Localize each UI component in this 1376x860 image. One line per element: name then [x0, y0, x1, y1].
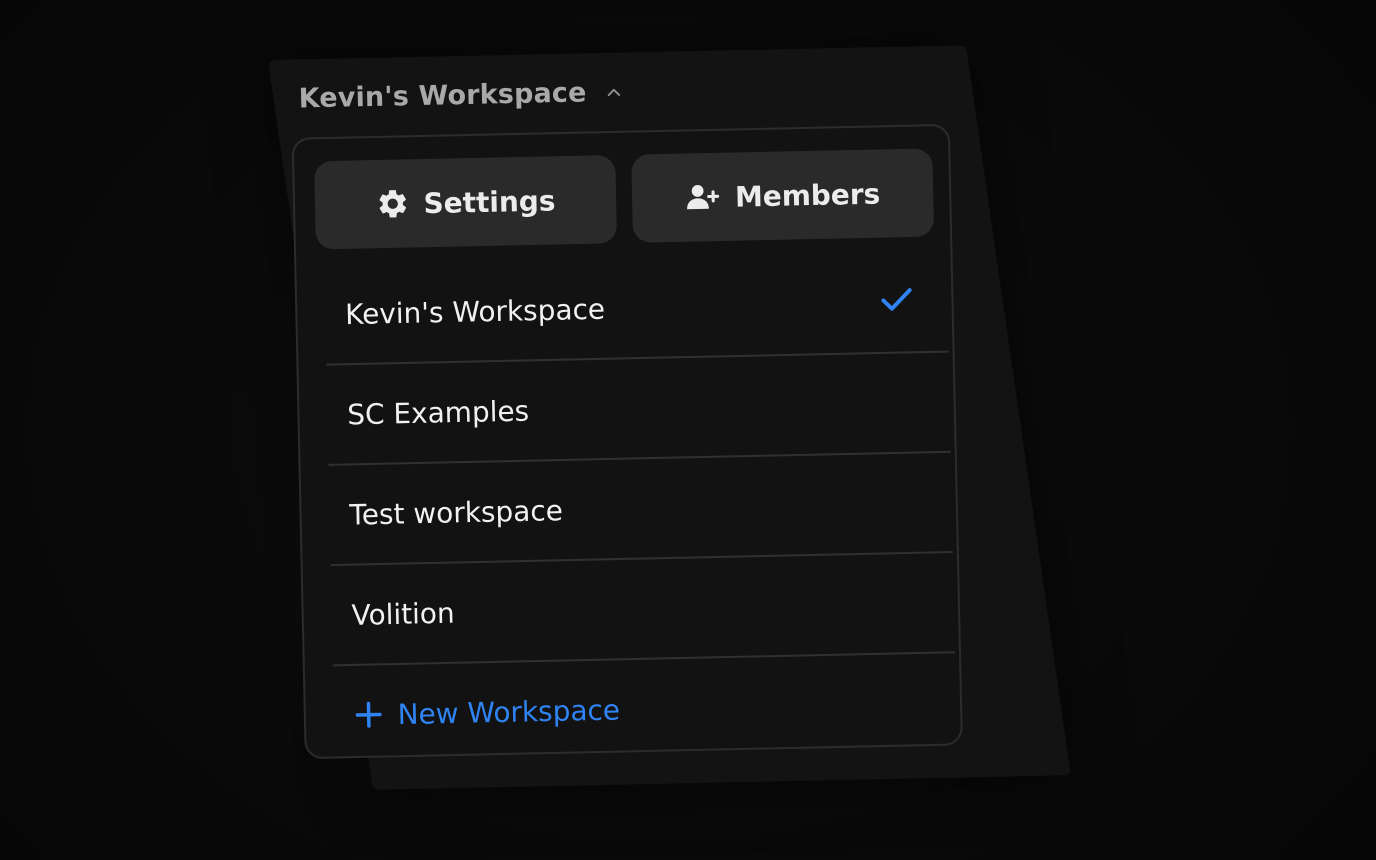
workspace-item-kevins-workspace[interactable]: Kevin's Workspace [324, 252, 949, 366]
workspace-item-label: Test workspace [349, 493, 564, 532]
new-workspace-button[interactable]: New Workspace [333, 653, 957, 764]
add-user-icon [687, 185, 720, 210]
workspace-item-sc-examples[interactable]: SC Examples [326, 352, 951, 466]
gear-icon [379, 190, 406, 218]
workspace-item-label: SC Examples [346, 393, 530, 431]
workspace-item-label: Kevin's Workspace [344, 292, 606, 331]
workspace-switcher-header[interactable]: Kevin's Workspace [298, 77, 622, 115]
workspace-menu: Settings Members Kevin's Workspace SC Ex… [291, 123, 963, 760]
workspace-item-label: Volition [351, 596, 455, 632]
chevron-up-icon [607, 88, 620, 96]
workspace-switcher-title: Kevin's Workspace [298, 77, 587, 115]
settings-button[interactable]: Settings [314, 154, 618, 250]
panel-wrap: Kevin's Workspace Settings Members Kevin… [0, 0, 1376, 860]
members-button-label: Members [734, 177, 881, 214]
settings-button-label: Settings [423, 183, 556, 220]
workspace-list: Kevin's Workspace SC Examples Test works… [324, 252, 957, 764]
new-workspace-label: New Workspace [397, 692, 621, 731]
members-button[interactable]: Members [631, 148, 935, 243]
workspace-panel: Kevin's Workspace Settings Members Kevin… [268, 45, 1071, 791]
checkmark-icon [881, 288, 912, 311]
action-row: Settings Members [314, 148, 935, 251]
workspace-panel-inner: Kevin's Workspace Settings Members Kevin… [268, 45, 982, 791]
plus-icon [355, 701, 382, 728]
workspace-item-test-workspace[interactable]: Test workspace [328, 452, 953, 567]
workspace-item-volition[interactable]: Volition [330, 553, 955, 667]
